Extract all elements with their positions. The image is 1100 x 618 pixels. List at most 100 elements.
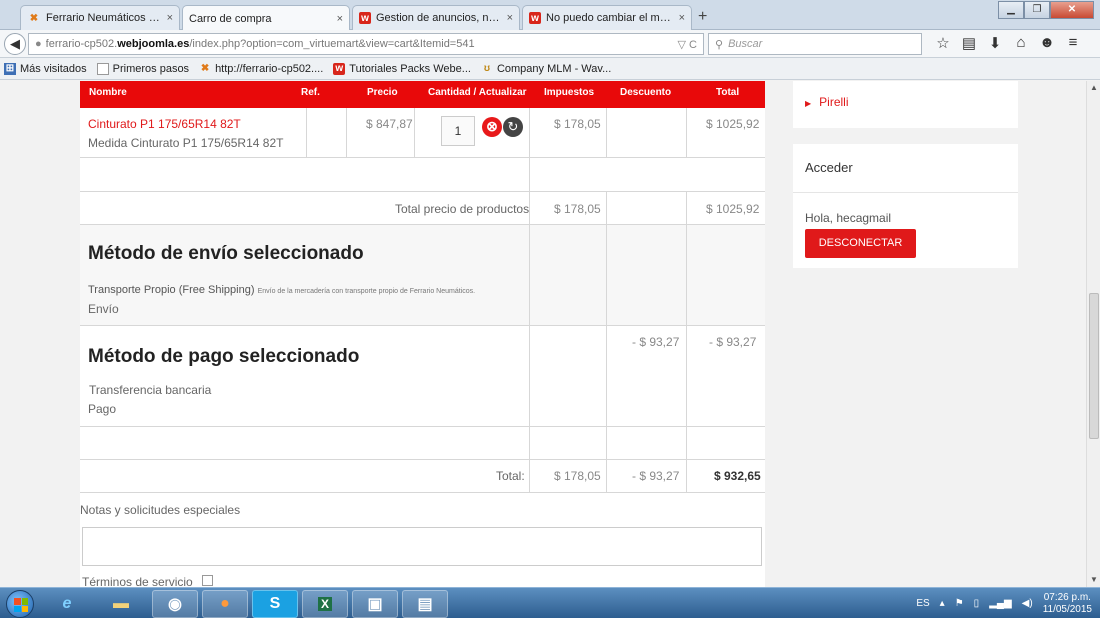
tab-bar: ✖ Ferrario Neumáticos - Ad... × Carro de…: [0, 0, 1100, 31]
reading-list-icon[interactable]: ▤: [956, 34, 982, 52]
divider: [793, 192, 1018, 193]
payment-method: Transferencia bancaria: [89, 383, 212, 397]
logout-button[interactable]: DESCONECTAR: [805, 229, 916, 258]
w-icon: w: [359, 12, 371, 24]
grand-total-value: $ 932,65: [714, 469, 761, 483]
subtotal-tax: $ 178,05: [554, 202, 601, 216]
product-price: $ 847,87: [366, 117, 413, 131]
firefox-icon[interactable]: ●: [202, 590, 248, 618]
close-tab-icon[interactable]: ×: [679, 12, 685, 24]
remote-app-icon[interactable]: ▣: [352, 590, 398, 618]
file-explorer-icon[interactable]: ▬: [98, 590, 144, 618]
divider: [686, 108, 687, 157]
bookmarks-bar: ⊞ Más visitados Primeros pasos ✖ http://fe…: [0, 58, 1100, 80]
excel-icon[interactable]: X: [302, 590, 348, 618]
close-tab-icon[interactable]: ×: [337, 13, 343, 25]
tab-no-puedo-cambiar[interactable]: w No puedo cambiar el méto... ×: [522, 5, 692, 30]
internet-explorer-icon[interactable]: e: [44, 590, 90, 618]
notes-textarea[interactable]: [82, 527, 762, 566]
menu-icon[interactable]: ≡: [1060, 34, 1086, 52]
maximize-button[interactable]: ❐: [1024, 1, 1050, 19]
header-ref: Ref.: [301, 87, 320, 98]
sidebar-item-pirelli[interactable]: ▶ Pirelli: [805, 95, 849, 109]
download-icon[interactable]: ⬇: [982, 34, 1008, 52]
windows-logo-icon: [14, 598, 28, 612]
terms-checkbox[interactable]: [202, 575, 213, 586]
navigation-bar: ◀ ● ferrario-cp502.webjoomla.es/index.ph…: [0, 30, 1100, 58]
scroll-down-icon[interactable]: ▼: [1087, 575, 1100, 584]
grand-total-label: Total:: [496, 469, 525, 483]
tab-ferrario-admin[interactable]: ✖ Ferrario Neumáticos - Ad... ×: [20, 5, 180, 30]
row-divider: [80, 459, 765, 460]
row-divider: [80, 224, 765, 225]
update-quantity-icon[interactable]: ↻: [503, 117, 523, 137]
notes-label: Notas y solicitudes especiales: [80, 503, 241, 517]
delete-product-icon[interactable]: ⊗: [482, 117, 502, 137]
scrollbar-thumb[interactable]: [1089, 293, 1099, 439]
page-scrollbar[interactable]: ▲ ▼: [1086, 81, 1100, 587]
cart-table-header: Nombre Ref. Precio Cantidad / Actualizar…: [80, 81, 765, 108]
bookmark-mas-visitados[interactable]: ⊞ Más visitados: [4, 62, 87, 75]
clock[interactable]: 07:26 p.m. 11/05/2015: [1043, 592, 1092, 616]
cart-panel: Nombre Ref. Precio Cantidad / Actualizar…: [80, 81, 765, 587]
shipping-block-bg: [80, 224, 765, 325]
divider: [306, 108, 307, 157]
product-name-link[interactable]: Cinturato P1 175/65R14 82T: [88, 117, 241, 131]
w-icon: w: [333, 62, 346, 75]
payment-heading: Método de pago seleccionado: [88, 346, 360, 367]
back-button[interactable]: ◀: [4, 33, 26, 55]
bookmark-primeros-pasos[interactable]: Primeros pasos: [96, 62, 190, 75]
row-divider: [80, 426, 765, 427]
close-tab-icon[interactable]: ×: [167, 12, 173, 24]
joomla-icon: ✖: [200, 63, 210, 74]
language-indicator[interactable]: ES: [916, 598, 929, 609]
bookmark-label: Tutoriales Packs Webe...: [349, 62, 471, 75]
home-icon[interactable]: ⌂: [1008, 34, 1034, 52]
shipping-method-name: Transporte Propio (Free Shipping): [88, 284, 255, 296]
shipping-method: Transporte Propio (Free Shipping) Envío …: [88, 284, 475, 296]
volume-icon[interactable]: ◀): [1022, 598, 1033, 609]
login-greeting: Hola, hecagmail: [805, 211, 892, 225]
battery-icon[interactable]: ▯: [974, 598, 980, 609]
caret-right-icon: ▶: [805, 99, 812, 108]
search-input[interactable]: ⚲ Buscar: [708, 33, 922, 55]
globe-icon: ●: [35, 38, 42, 50]
toolbar-icons: ☆ ▤ ⬇ ⌂ ☻ ≡: [930, 34, 1086, 52]
reload-icon[interactable]: ▽ C: [678, 38, 697, 51]
flag-icon[interactable]: ⚑: [955, 598, 964, 609]
bookmark-folder-icon: ⊞: [4, 62, 16, 75]
bookmark-ferrario[interactable]: ✖ http://ferrario-cp502....: [199, 63, 323, 75]
tab-gestion-anuncios[interactable]: w Gestion de anuncios, no p... ×: [352, 5, 520, 30]
skype-icon[interactable]: S: [252, 590, 298, 618]
close-tab-icon[interactable]: ×: [507, 12, 513, 24]
clock-time: 07:26 p.m.: [1043, 591, 1091, 603]
scroll-up-icon[interactable]: ▲: [1087, 83, 1100, 92]
start-button[interactable]: [6, 590, 34, 618]
thunderbird-icon[interactable]: ◉: [152, 590, 198, 618]
sidebar-category-box: ▶ Pirelli: [793, 81, 1018, 128]
divider: [346, 108, 347, 157]
quantity-input[interactable]: 1: [441, 116, 475, 146]
tray-expand-icon[interactable]: ▴: [940, 598, 945, 609]
divider: [529, 108, 530, 492]
chat-icon[interactable]: ☻: [1034, 34, 1060, 52]
sidebar-item-label: Pirelli: [819, 95, 849, 109]
signal-icon[interactable]: ▂▄▆: [989, 598, 1011, 609]
tab-carro-de-compra[interactable]: Carro de compra ×: [182, 5, 350, 31]
minimize-button[interactable]: ▁: [998, 1, 1024, 19]
url-bar[interactable]: ● ferrario-cp502.webjoomla.es/index.php?…: [28, 33, 704, 55]
page-icon: [96, 62, 109, 75]
bookmark-label: Primeros pasos: [112, 62, 190, 75]
close-window-button[interactable]: ✕: [1050, 1, 1094, 19]
clock-date: 11/05/2015: [1042, 603, 1092, 615]
bookmark-tutoriales[interactable]: w Tutoriales Packs Webe...: [333, 62, 471, 75]
payment-label: Pago: [88, 402, 117, 416]
product-total: $ 1025,92: [706, 117, 760, 131]
bookmark-label: Más visitados: [20, 62, 87, 75]
shipping-description: Envío de la mercadería con transporte pr…: [257, 288, 476, 295]
bookmark-company-mlm[interactable]: ʊ Company MLM - Wav...: [481, 63, 611, 75]
shipping-heading: Método de envío seleccionado: [88, 243, 364, 264]
new-tab-button[interactable]: +: [698, 8, 707, 26]
document-app-icon[interactable]: ▤: [402, 590, 448, 618]
bookmark-star-icon[interactable]: ☆: [930, 34, 956, 52]
